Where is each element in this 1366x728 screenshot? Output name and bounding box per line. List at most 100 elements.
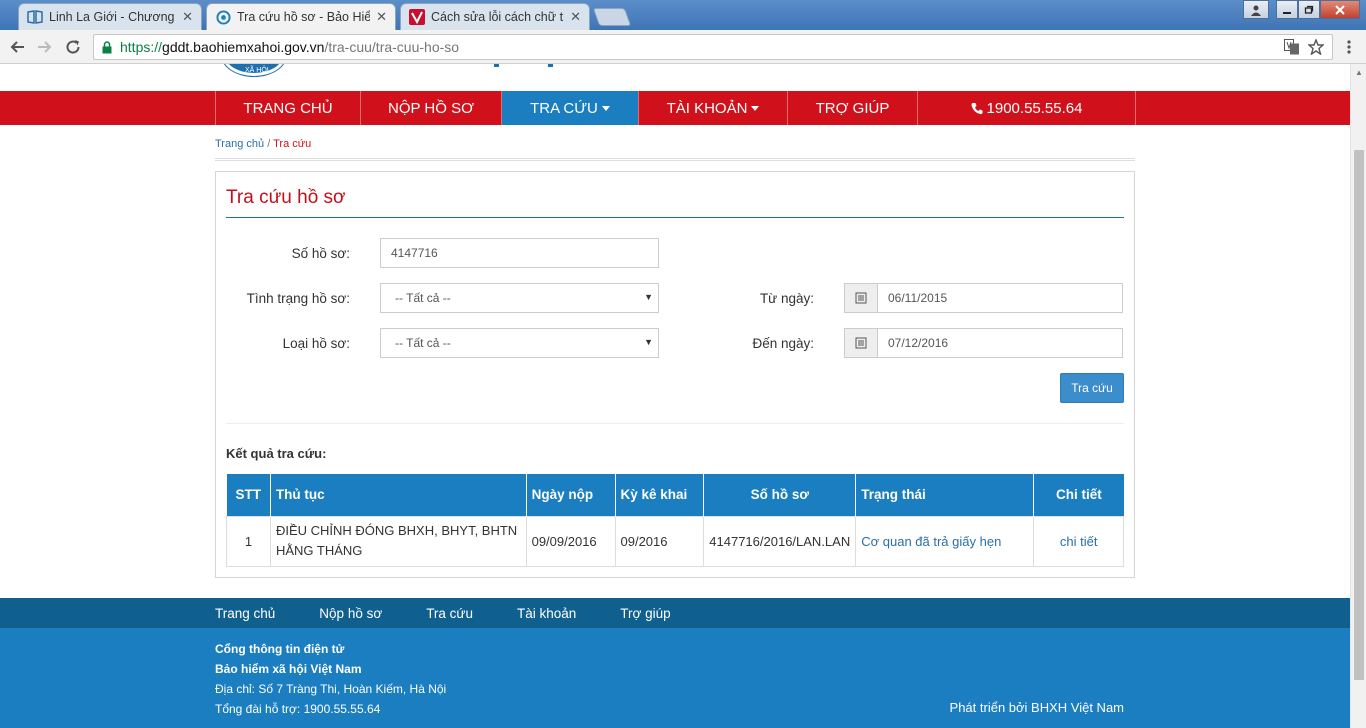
header-logo-fragment	[548, 64, 553, 67]
close-icon[interactable]: ✕	[182, 9, 193, 25]
tinh-trang-select[interactable]: -- Tất cả -- ▼	[380, 283, 659, 313]
scroll-up-icon[interactable]: ▲	[1351, 64, 1366, 80]
minimize-icon[interactable]	[1276, 0, 1298, 19]
phone-icon	[971, 102, 983, 115]
calendar-icon[interactable]	[844, 283, 878, 313]
col-stt: STT	[226, 474, 271, 516]
header-logo-fragment	[494, 64, 499, 67]
nav-item-nop-ho-so[interactable]: NỘP HỒ SƠ	[360, 91, 501, 125]
footer-support: Tổng đài hỗ trợ: 1900.55.55.64	[215, 702, 381, 716]
loai-ho-so-label: Loại hồ sơ:	[282, 336, 350, 351]
forward-arrow-icon[interactable]	[34, 36, 56, 58]
select-arrow-icon: ▼	[644, 337, 653, 347]
translate-icon[interactable]	[1284, 39, 1300, 58]
browser-tab-bar: Linh La Giới - Chương 8 ✕ Tra cứu hồ sơ …	[0, 0, 1366, 30]
calendar-icon[interactable]	[844, 328, 878, 358]
title-divider	[226, 217, 1124, 218]
user-icon[interactable]	[1243, 0, 1269, 19]
footer-nav: Trang chủ Nộp hồ sơ Tra cứu Tài khoản Tr…	[0, 598, 1350, 628]
col-thu-tuc: Thủ tục	[270, 474, 527, 516]
main-nav: TRANG CHỦ NỘP HỒ SƠ TRA CỨU TÀI KHOẢN TR…	[0, 91, 1350, 125]
footer-link-tra-cuu[interactable]: Tra cứu	[426, 606, 473, 621]
footer-link-tai-khoan[interactable]: Tài khoản	[517, 606, 576, 621]
url-host: gddt.baohiemxahoi.gov.vn	[162, 39, 325, 55]
close-icon[interactable]: ✕	[376, 9, 387, 25]
reload-icon[interactable]	[62, 36, 84, 58]
col-chi-tiet: Chi tiết	[1033, 474, 1124, 516]
nav-label: TRA CỨU	[530, 99, 598, 117]
page-viewport: XÃ HỘI TRANG CHỦ NỘP HỒ SƠ TRA CỨU TÀI K…	[0, 64, 1350, 728]
detail-link[interactable]: chi tiết	[1033, 515, 1124, 567]
browser-tab-2[interactable]: Tra cứu hồ sơ - Bảo Hiể ✕	[206, 3, 396, 30]
den-ngay-input[interactable]	[877, 328, 1123, 358]
den-ngay-label: Đến ngày:	[752, 336, 814, 351]
nav-item-trang-chu[interactable]: TRANG CHỦ	[215, 91, 360, 125]
bhxh-logo-icon	[215, 9, 231, 25]
window-buttons	[1276, 0, 1360, 19]
page-scrollbar[interactable]: ▲	[1350, 64, 1366, 728]
browser-tab-1[interactable]: Linh La Giới - Chương 8 ✕	[18, 3, 202, 30]
loai-ho-so-value: -- Tất cả --	[395, 336, 451, 350]
url-path: /tra-cuu/tra-cuu-ho-so	[324, 39, 460, 55]
cell-trang-thai[interactable]: Cơ quan đã trả giấy hẹn	[855, 515, 1035, 567]
back-arrow-icon[interactable]	[6, 36, 28, 58]
breadcrumb: Trang chủ / Tra cứu	[215, 138, 311, 150]
footer: Cổng thông tin điện tử Bảo hiểm xã hội V…	[0, 628, 1350, 728]
search-button[interactable]: Tra cứu	[1060, 373, 1124, 403]
select-arrow-icon: ▼	[644, 292, 653, 302]
col-ngay-nop: Ngày nộp	[526, 474, 616, 516]
url-scheme: https://	[120, 39, 163, 55]
restore-icon[interactable]	[1298, 0, 1320, 19]
star-icon[interactable]	[1307, 38, 1325, 58]
window-controls	[1243, 0, 1269, 19]
breadcrumb-divider	[215, 158, 1135, 161]
footer-portal-name: Cổng thông tin điện tử	[215, 642, 345, 656]
nav-label: TÀI KHOẢN	[666, 99, 748, 117]
results-table: STT Thủ tục Ngày nộp Kỳ kê khai Số hồ sơ…	[226, 474, 1124, 567]
col-trang-thai: Trạng thái	[855, 474, 1035, 516]
footer-developer: Phát triển bởi BHXH Việt Nam	[949, 700, 1124, 715]
footer-link-tro-giup[interactable]: Trợ giúp	[620, 606, 670, 621]
scrollbar-thumb[interactable]	[1354, 150, 1364, 680]
v-logo-icon	[409, 9, 425, 25]
nav-item-tai-khoan[interactable]: TÀI KHOẢN	[638, 91, 787, 125]
close-icon[interactable]: ✕	[570, 9, 581, 25]
so-ho-so-input[interactable]	[380, 238, 659, 268]
tu-ngay-input[interactable]	[877, 283, 1123, 313]
breadcrumb-home[interactable]: Trang chủ	[215, 138, 264, 150]
nav-label: TRỢ GIÚP	[815, 99, 890, 117]
menu-icon[interactable]	[1338, 36, 1360, 58]
browser-toolbar: https://gddt.baohiemxahoi.gov.vn/tra-cuu…	[0, 30, 1366, 64]
cell-so-ho-so: 4147716/2016/LAN.LAN	[703, 515, 857, 567]
nav-item-tra-cuu[interactable]: TRA CỨU	[501, 91, 638, 125]
tinh-trang-label: Tình trạng hồ sơ:	[246, 291, 350, 306]
nav-item-tro-giup[interactable]: TRỢ GIÚP	[787, 91, 917, 125]
cell-stt: 1	[226, 515, 271, 567]
footer-org-name: Bảo hiểm xã hội Việt Nam	[215, 662, 362, 676]
cell-thu-tuc: ĐIỀU CHỈNH ĐÓNG BHXH, BHYT, BHTN HẰNG TH…	[269, 515, 527, 567]
footer-link-trang-chu[interactable]: Trang chủ	[215, 606, 275, 621]
caret-down-icon	[751, 105, 760, 111]
lock-icon	[102, 40, 112, 54]
tu-ngay-label: Từ ngày:	[759, 291, 814, 306]
page-title: Tra cứu hồ sơ	[226, 187, 346, 208]
browser-tab-3[interactable]: Cách sửa lỗi cách chữ tr ✕	[400, 3, 590, 30]
caret-down-icon	[601, 105, 610, 111]
footer-link-nop-ho-so[interactable]: Nộp hồ sơ	[319, 606, 382, 621]
search-panel: Tra cứu hồ sơ Số hồ sơ: Tình trạng hồ sơ…	[215, 171, 1135, 578]
tab-title: Cách sửa lỗi cách chữ tr	[431, 10, 565, 24]
table-header-row: STT Thủ tục Ngày nộp Kỳ kê khai Số hồ sơ…	[226, 474, 1124, 516]
window-close-icon[interactable]	[1320, 0, 1360, 19]
table-row: 1 ĐIỀU CHỈNH ĐÓNG BHXH, BHYT, BHTN HẰNG …	[226, 515, 1124, 567]
new-tab-button[interactable]	[592, 8, 632, 26]
nav-hotline[interactable]: 1900.55.55.64	[917, 91, 1136, 125]
nav-label: NỘP HỒ SƠ	[388, 99, 474, 117]
breadcrumb-separator: /	[267, 138, 271, 150]
hotline-number: 1900.55.55.64	[986, 99, 1083, 117]
loai-ho-so-select[interactable]: -- Tất cả -- ▼	[380, 328, 659, 358]
tab-title: Tra cứu hồ sơ - Bảo Hiể	[237, 10, 371, 24]
address-bar[interactable]: https://gddt.baohiemxahoi.gov.vn/tra-cuu…	[93, 34, 1333, 60]
col-so-ho-so: Số hồ sơ	[703, 474, 857, 516]
bhxh-logo: XÃ HỘI	[222, 64, 286, 76]
nav-label: TRANG CHỦ	[243, 99, 333, 117]
